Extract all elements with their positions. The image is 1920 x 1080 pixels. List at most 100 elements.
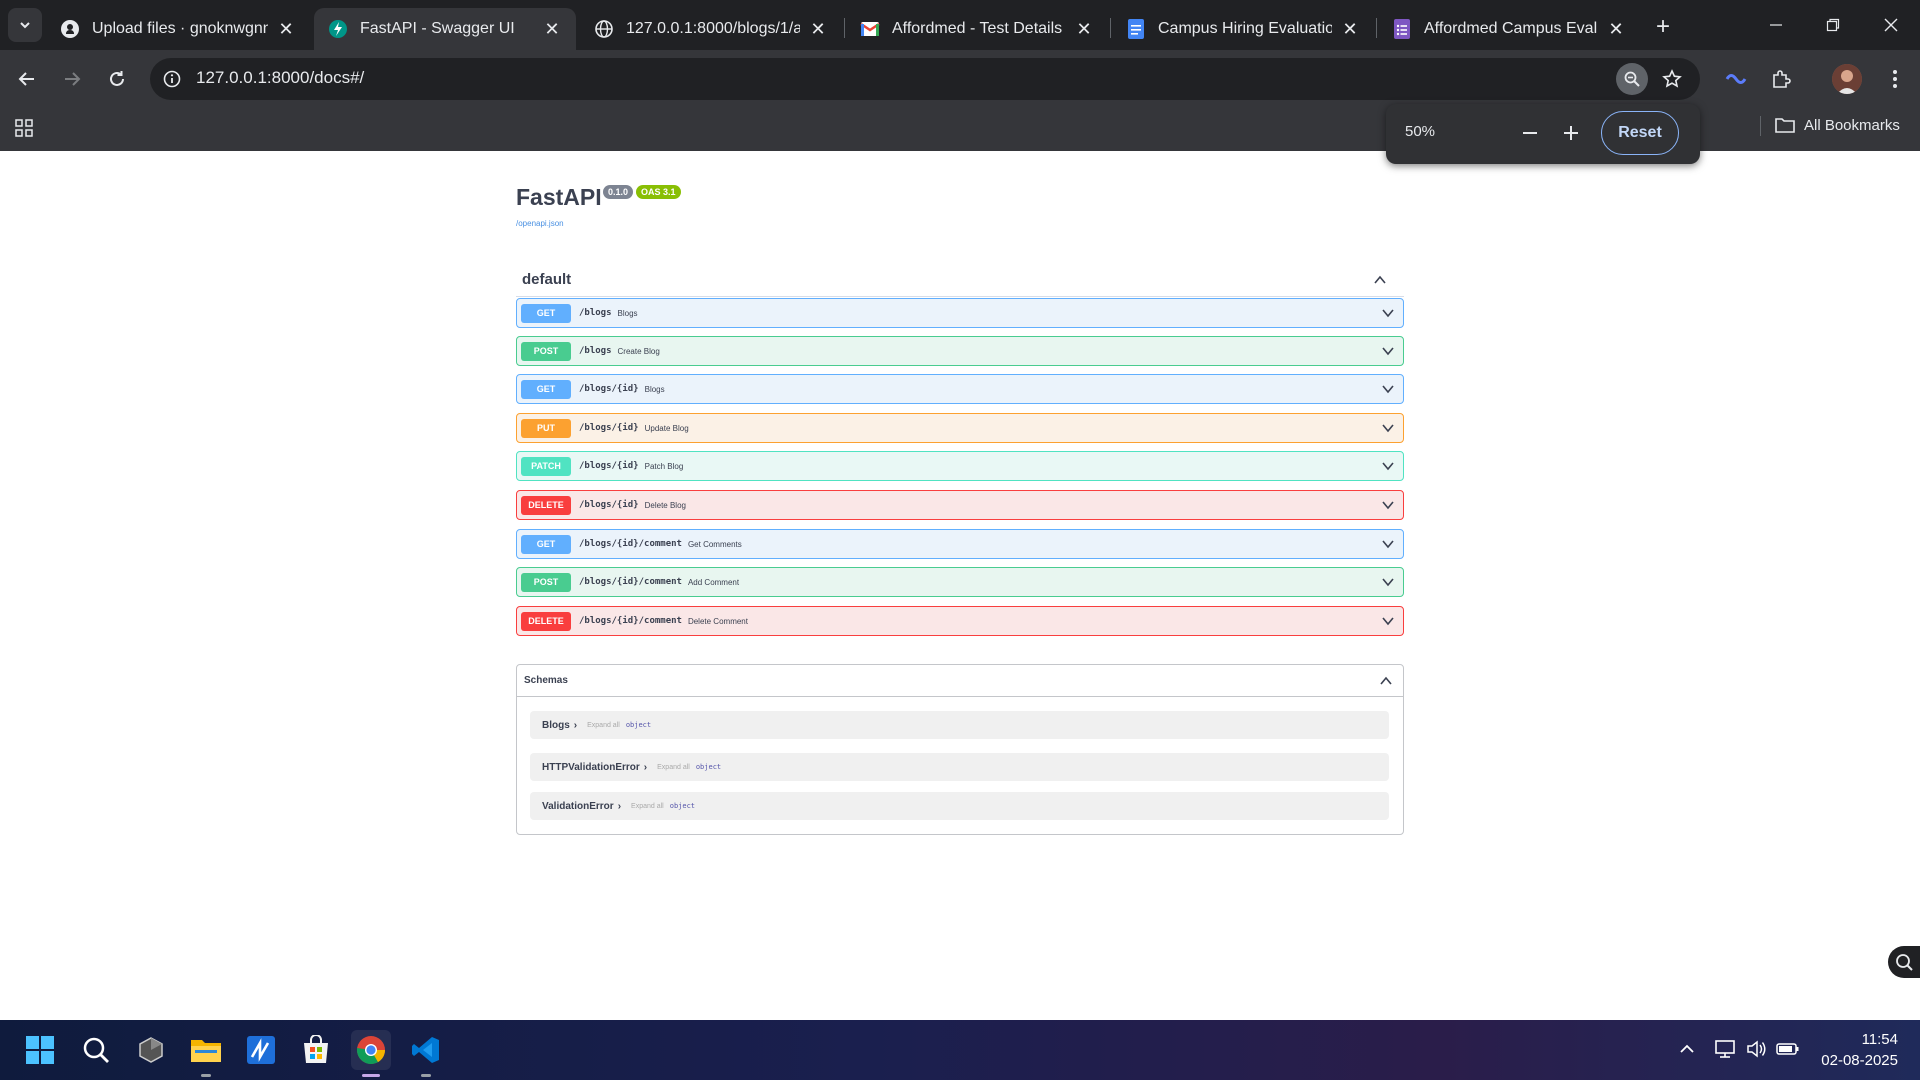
tab-search-button[interactable] [8,8,42,42]
microsoft-store-icon[interactable] [296,1030,336,1070]
app-icon[interactable] [241,1030,281,1070]
method-badge: GET [521,379,571,399]
operation-path: /blogs/{id}/comment [579,577,682,587]
battery-icon[interactable] [1774,1036,1802,1062]
expand-all-link[interactable]: Expand all [587,722,620,729]
chevron-down-icon [1382,540,1394,549]
schemas-section: Schemas Blogs › Expand all object HTTPVa… [516,664,1404,835]
tab-title: Affordmed - Test Details - s [892,20,1066,37]
zoom-icon[interactable] [1616,63,1648,95]
vscode-icon[interactable] [406,1030,446,1070]
openapi-json-link[interactable]: /openapi.json [516,219,564,228]
address-bar[interactable] [150,58,1700,100]
more-menu-icon[interactable] [1880,63,1910,95]
close-icon[interactable]: ✕ [1074,19,1094,39]
close-icon[interactable]: ✕ [1606,19,1626,39]
close-icon[interactable]: ✕ [276,19,296,39]
new-tab-button[interactable]: + [1648,12,1678,42]
tag-collapse-chevron-icon[interactable] [1373,273,1387,287]
search-icon[interactable] [76,1030,116,1070]
tab-separator [844,18,845,38]
operation-get-blogs[interactable]: GET /blogs Blogs [516,298,1404,328]
schema-blogs[interactable]: Blogs › Expand all object [530,711,1389,739]
tab-affordmed-test[interactable]: Affordmed - Test Details - s ✕ [846,8,1108,50]
extensions-puzzle-icon[interactable] [1765,63,1797,95]
expand-all-link[interactable]: Expand all [657,764,690,771]
bookmark-star-icon[interactable] [1656,63,1688,95]
profile-avatar[interactable] [1832,64,1862,94]
oas-badge: OAS 3.1 [636,185,681,199]
file-explorer-icon[interactable] [186,1030,226,1070]
forward-button[interactable] [55,62,89,96]
all-bookmarks-label: All Bookmarks [1804,116,1900,134]
schema-httpvalidationerror[interactable]: HTTPValidationError › Expand all object [530,753,1389,781]
chevron-down-icon [1382,424,1394,433]
fastapi-icon [328,19,348,39]
operation-delete-blog[interactable]: DELETE /blogs/{id} Delete Blog [516,490,1404,520]
globe-icon [594,19,614,39]
all-bookmarks-button[interactable]: All Bookmarks [1774,112,1900,138]
operation-get-comments[interactable]: GET /blogs/{id}/comment Get Comments [516,529,1404,559]
restore-button[interactable] [1813,10,1853,40]
close-icon[interactable]: ✕ [1340,19,1360,39]
tab-campus-hiring[interactable]: Campus Hiring Evaluation ✕ [1112,8,1374,50]
show-hidden-icons-chevron[interactable] [1674,1036,1700,1062]
method-badge: DELETE [521,495,571,515]
operation-post-blogs[interactable]: POST /blogs Create Blog [516,336,1404,366]
volume-icon[interactable] [1744,1036,1770,1062]
chevron-up-icon [1380,676,1392,685]
task-view-icon[interactable] [131,1030,171,1070]
operation-summary: Add Comment [687,577,740,587]
tab-affordmed-campus[interactable]: Affordmed Campus Evalua ✕ [1378,8,1640,50]
close-window-button[interactable] [1871,10,1911,40]
restore-icon [1826,18,1840,32]
tag-default-title[interactable]: default [522,271,571,288]
github-icon [60,19,80,39]
tab-fastapi-swagger[interactable]: FastAPI - Swagger UI ✕ [314,8,576,50]
zoom-in-button[interactable] [1556,118,1586,148]
site-info-icon[interactable] [160,67,184,91]
schema-validationerror[interactable]: ValidationError › Expand all object [530,792,1389,820]
chevron-right-icon: › [617,800,622,812]
tab-title: Affordmed Campus Evalua [1424,20,1598,37]
close-icon[interactable]: ✕ [808,19,828,39]
minus-icon [1523,132,1537,134]
api-title: FastAPI [516,184,602,210]
operation-delete-comment[interactable]: DELETE /blogs/{id}/comment Delete Commen… [516,606,1404,636]
close-icon[interactable]: ✕ [542,19,562,39]
windows-start-icon[interactable] [20,1030,60,1070]
schema-name: ValidationError [542,800,614,812]
operation-add-comment[interactable]: POST /blogs/{id}/comment Add Comment [516,567,1404,597]
apps-grid-icon[interactable] [10,114,38,142]
tab-upload-files[interactable]: Upload files · gnoknwgnng ✕ [46,8,310,50]
schemas-header[interactable]: Schemas [517,665,1403,697]
lens-zoom-icon[interactable] [1888,946,1920,978]
zoom-reset-button[interactable]: Reset [1601,111,1679,155]
network-icon[interactable] [1712,1036,1738,1062]
tab-blogs-url[interactable]: 127.0.0.1:8000/blogs/1/aka ✕ [580,8,842,50]
version-badge: 0.1.0 [603,185,634,199]
operation-get-blog-by-id[interactable]: GET /blogs/{id} Blogs [516,374,1404,404]
method-badge: POST [521,572,571,592]
chrome-icon[interactable] [351,1030,391,1070]
zoom-out-button[interactable] [1515,118,1545,148]
tag-divider [516,296,1404,297]
schema-type: object [695,763,722,771]
chevron-down-icon [1382,309,1394,318]
extension-icon[interactable] [1720,63,1752,95]
operation-path: /blogs/{id}/comment [579,616,682,626]
schema-name: HTTPValidationError [542,761,640,773]
expand-all-link[interactable]: Expand all [631,803,664,810]
docs-icon [1126,19,1146,39]
clock-date[interactable]: 02-08-2025 [1810,1052,1898,1069]
tab-separator [1110,18,1111,38]
operation-summary: Blogs [617,308,638,318]
url-text[interactable]: 127.0.0.1:8000/docs#/ [196,68,364,88]
back-button[interactable] [10,62,44,96]
operation-summary: Create Blog [617,346,660,356]
operation-put-blog[interactable]: PUT /blogs/{id} Update Blog [516,413,1404,443]
reload-button[interactable] [100,62,134,96]
operation-patch-blog[interactable]: PATCH /blogs/{id} Patch Blog [516,451,1404,481]
clock-time[interactable]: 11:54 [1848,1031,1898,1048]
minimize-button[interactable] [1756,10,1796,40]
